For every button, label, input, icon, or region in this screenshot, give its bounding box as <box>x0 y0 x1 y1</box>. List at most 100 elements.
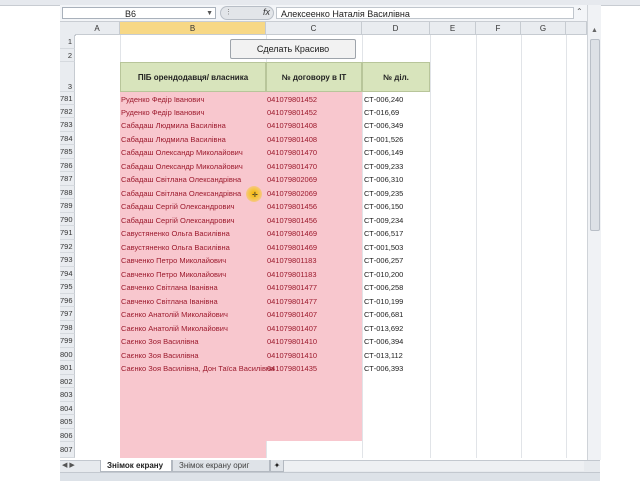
new-sheet-icon[interactable]: ✦ <box>270 460 284 472</box>
row-header[interactable]: 3 <box>60 62 75 92</box>
cell-plot[interactable]: СТ-006,240 <box>364 93 430 106</box>
row-header[interactable]: 802 <box>60 375 75 388</box>
cell-contract[interactable]: 041079801407 <box>267 308 361 321</box>
row-header[interactable]: 797 <box>60 307 75 321</box>
row-header[interactable]: 790 <box>60 213 75 226</box>
cell-contract[interactable]: 041079801469 <box>267 241 361 254</box>
row-header[interactable]: 783 <box>60 118 75 132</box>
cell-plot[interactable]: СТ-006,393 <box>364 362 430 375</box>
cell-contract[interactable]: 041079802069 <box>267 187 361 200</box>
cell-plot[interactable]: СТ-010,199 <box>364 295 430 308</box>
row-header[interactable]: 804 <box>60 402 75 415</box>
cell-contract[interactable]: 041079801408 <box>267 133 361 146</box>
cell-contract[interactable]: 041079801435 <box>267 362 361 375</box>
row-header[interactable]: 799 <box>60 334 75 348</box>
cell-plot[interactable]: СТ-013,112 <box>364 349 430 362</box>
cell-owner[interactable]: Савченко Петро Миколайович <box>121 254 266 267</box>
cell-plot[interactable]: СТ-006,257 <box>364 254 430 267</box>
column-header-g[interactable]: G <box>521 22 566 35</box>
cell-contract[interactable]: 041079801452 <box>267 93 361 106</box>
row-header[interactable]: 796 <box>60 294 75 307</box>
header-cell-plot[interactable]: № діл. <box>362 62 430 92</box>
cell-contract[interactable]: 041079801477 <box>267 295 361 308</box>
cell-plot[interactable]: СТ-013,692 <box>364 322 430 335</box>
row-header[interactable]: 1 <box>60 35 75 49</box>
row-header[interactable]: 2 <box>60 49 75 62</box>
row-header[interactable]: 791 <box>60 226 75 240</box>
row-header[interactable]: 787 <box>60 172 75 186</box>
cell-contract[interactable]: 041079801452 <box>267 106 361 119</box>
row-header[interactable]: 798 <box>60 321 75 334</box>
row-header[interactable]: 800 <box>60 348 75 361</box>
cell-plot[interactable]: СТ-009,234 <box>364 214 430 227</box>
column-header-b[interactable]: B <box>120 22 266 35</box>
cell-owner[interactable]: Сабадаш Олександр Миколайович <box>121 160 266 173</box>
cell-contract[interactable]: 041079801477 <box>267 281 361 294</box>
sheet-nav-arrows-icon[interactable]: ◀▶ <box>62 461 77 469</box>
cell-owner[interactable]: Сабадаш Олександр Миколайович <box>121 146 266 159</box>
cell-plot[interactable]: СТ-006,394 <box>364 335 430 348</box>
formula-input[interactable]: Алексеенко Наталія Василівна <box>276 7 574 19</box>
chevron-down-icon[interactable]: ▼ <box>206 10 213 17</box>
cell-owner[interactable]: Сабадаш Людмила Василівна <box>121 119 266 132</box>
vertical-scrollbar[interactable]: ▲ <box>587 5 601 460</box>
row-header[interactable]: 788 <box>60 186 75 199</box>
row-header[interactable]: 793 <box>60 253 75 267</box>
cell-contract[interactable]: 041079801410 <box>267 335 361 348</box>
cell-contract[interactable]: 041079801456 <box>267 200 361 213</box>
row-header[interactable]: 794 <box>60 267 75 280</box>
row-header[interactable]: 792 <box>60 240 75 253</box>
cell-contract[interactable]: 041079801410 <box>267 349 361 362</box>
cell-owner[interactable]: Сабадаш Сергій Олександрович <box>121 200 266 213</box>
cell-owner[interactable]: Савченко Світлана Іванівна <box>121 281 266 294</box>
header-cell-contract[interactable]: № договору в ІТ <box>266 62 362 92</box>
row-header[interactable]: 781 <box>60 92 75 105</box>
cell-plot[interactable]: СТ-016,69 <box>364 106 430 119</box>
cell-contract[interactable]: 041079801470 <box>267 160 361 173</box>
cell-plot[interactable]: СТ-006,681 <box>364 308 430 321</box>
expand-formula-icon[interactable]: ⌃ <box>576 7 583 16</box>
cell-plot[interactable]: СТ-009,235 <box>364 187 430 200</box>
row-header[interactable]: 786 <box>60 159 75 172</box>
cell-owner[interactable]: Савченко Петро Миколайович <box>121 268 266 281</box>
cell-plot[interactable]: СТ-006,150 <box>364 200 430 213</box>
cell-owner[interactable]: Сабадаш Світлана Олександрівна <box>121 173 266 186</box>
row-header[interactable]: 785 <box>60 145 75 159</box>
column-header-c[interactable]: C <box>266 22 362 35</box>
insert-function-button[interactable]: ⋮ fx <box>220 6 274 20</box>
cell-contract[interactable]: 041079801183 <box>267 254 361 267</box>
cell-owner[interactable]: Саєнко Зоя Василівна, Дон Таїса Василівн… <box>121 362 281 375</box>
cell-plot[interactable]: СТ-006,349 <box>364 119 430 132</box>
sheet-tab-original[interactable]: Знімок екрану ориг <box>172 460 270 472</box>
cell-contract[interactable]: 041079801183 <box>267 268 361 281</box>
row-header[interactable]: 784 <box>60 132 75 145</box>
cell-owner[interactable]: Сабадаш Світлана Олександрівна <box>121 187 266 200</box>
cell-owner[interactable]: Сабадаш Людмила Василівна <box>121 133 266 146</box>
cell-owner[interactable]: Саєнко Анатолій Миколайович <box>121 308 266 321</box>
scroll-thumb[interactable] <box>590 39 600 231</box>
column-header-e[interactable]: E <box>430 22 476 35</box>
row-header[interactable]: 782 <box>60 105 75 118</box>
column-header-f[interactable]: F <box>476 22 521 35</box>
cell-contract[interactable]: 041079801456 <box>267 214 361 227</box>
cell-owner[interactable]: Савченко Світлана Іванівна <box>121 295 266 308</box>
cell-owner[interactable]: Савустяненко Ольга Василівна <box>121 227 266 240</box>
row-header[interactable]: 806 <box>60 429 75 442</box>
cell-owner[interactable]: Савустяненко Ольга Василівна <box>121 241 266 254</box>
cell-plot[interactable]: СТ-010,200 <box>364 268 430 281</box>
column-header-h[interactable] <box>566 22 587 35</box>
row-header[interactable]: 789 <box>60 199 75 213</box>
cell-plot[interactable]: СТ-001,503 <box>364 241 430 254</box>
cell-owner[interactable]: Руденко Федір Іванович <box>121 93 266 106</box>
cell-contract[interactable]: 041079801407 <box>267 322 361 335</box>
cell-owner[interactable]: Сабадаш Сергій Олександрович <box>121 214 266 227</box>
cell-plot[interactable]: СТ-001,526 <box>364 133 430 146</box>
cell-owner[interactable]: Саєнко Анатолій Миколайович <box>121 322 266 335</box>
cell-plot[interactable]: СТ-006,310 <box>364 173 430 186</box>
select-all-corner[interactable] <box>60 22 76 36</box>
cell-contract[interactable]: 041079801469 <box>267 227 361 240</box>
scroll-up-icon[interactable]: ▲ <box>591 27 598 34</box>
cell-owner[interactable]: Саєнко Зоя Василівна <box>121 349 266 362</box>
cell-plot[interactable]: СТ-006,258 <box>364 281 430 294</box>
row-header[interactable]: 805 <box>60 415 75 429</box>
